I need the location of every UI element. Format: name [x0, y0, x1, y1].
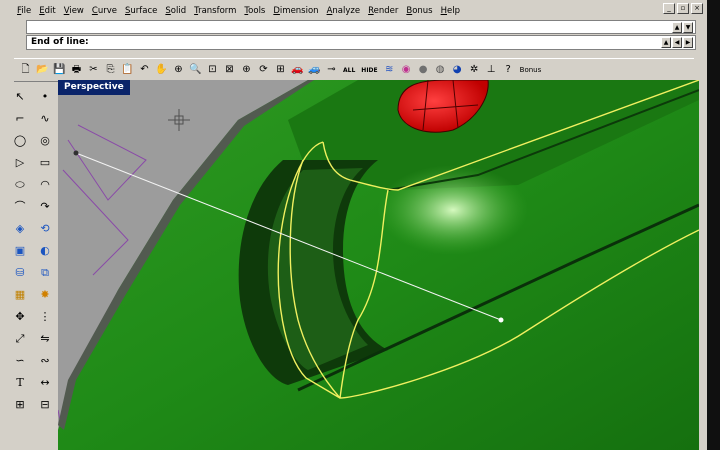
save-icon[interactable]: 💾 — [52, 63, 67, 78]
zoom-dynamic-icon[interactable]: 🔍 — [188, 63, 203, 78]
cylinder-icon[interactable]: ⛁ — [12, 264, 28, 280]
rotate-view-icon[interactable]: ⟳ — [256, 63, 271, 78]
menu-view[interactable]: View — [64, 6, 84, 16]
surface-icon[interactable]: ◈ — [12, 220, 28, 236]
point-grid-icon[interactable]: ▦ — [12, 286, 28, 302]
array-icon[interactable]: ⋮ — [37, 308, 53, 324]
blend-icon[interactable]: ∾ — [37, 352, 53, 368]
history-scroll-up-button[interactable]: ▲ — [672, 22, 682, 33]
new-file-icon[interactable]: 🗋 — [18, 63, 33, 78]
undo-icon[interactable]: ↶ — [137, 63, 152, 78]
polygon-icon[interactable]: ▷ — [12, 154, 28, 170]
open-file-icon[interactable]: 📂 — [35, 63, 50, 78]
arc-icon[interactable]: ◠ — [37, 176, 53, 192]
fillet-icon[interactable]: ⌒ — [12, 198, 28, 214]
blue-sphere-icon[interactable]: ◕ — [450, 63, 465, 78]
menu-file[interactable]: File — [17, 6, 31, 16]
minimize-button[interactable]: _ — [663, 3, 675, 14]
rhino-application-window: File Edit View Curve Surface Solid Trans… — [0, 0, 707, 450]
zoom-extents-icon[interactable]: ⊡ — [205, 63, 220, 78]
line-start-point[interactable] — [73, 150, 79, 156]
curve-icon[interactable]: ∿ — [37, 110, 53, 126]
revolve-icon[interactable]: ⟲ — [37, 220, 53, 236]
menu-analyze[interactable]: Analyze — [327, 6, 361, 16]
four-view-icon[interactable]: ⊞ — [273, 63, 288, 78]
show-object-car-icon[interactable]: 🚗 — [290, 63, 305, 78]
menu-dimension[interactable]: Dimension — [273, 6, 318, 16]
sweep-icon[interactable]: ∽ — [12, 352, 28, 368]
standard-toolbar: 🗋 📂 💾 🖶 ✂ ⎘ 📋 ↶ ✋ ⊕ 🔍 ⊡ ⊠ ⊕ ⟳ ⊞ 🚗 🚙 ⊸ AL… — [14, 58, 694, 82]
group-icon[interactable]: ⊞ — [12, 396, 28, 412]
command-scroll-arrows: ▲ ◀ ▶ — [661, 37, 693, 48]
show-all-button[interactable]: ALL — [341, 63, 357, 78]
options-gear-icon[interactable]: ✲ — [467, 63, 482, 78]
sphere-icon[interactable]: ◐ — [37, 242, 53, 258]
close-button[interactable]: × — [691, 3, 703, 14]
zoom-in-icon[interactable]: ⊕ — [239, 63, 254, 78]
shaded-sphere-icon[interactable]: ● — [416, 63, 431, 78]
explode-icon[interactable]: ✸ — [37, 286, 53, 302]
right-edge-strip — [707, 0, 720, 450]
mirror-icon[interactable]: ⇋ — [37, 330, 53, 346]
rendered-sphere-icon[interactable]: ◍ — [433, 63, 448, 78]
dimension-icon[interactable]: ⊥ — [484, 63, 499, 78]
menu-bonus[interactable]: Bonus — [406, 6, 432, 16]
menu-help[interactable]: Help — [441, 6, 460, 16]
move-icon[interactable]: ✥ — [12, 308, 28, 324]
color-wheel-icon[interactable]: ◉ — [399, 63, 414, 78]
hide-button[interactable]: HIDE — [359, 63, 379, 78]
points-on-icon[interactable]: ⊸ — [324, 63, 339, 78]
pan-hand-icon[interactable]: ✋ — [154, 63, 169, 78]
text-icon[interactable]: T — [12, 374, 28, 390]
print-icon[interactable]: 🖶 — [69, 63, 84, 78]
history-scroll-down-button[interactable]: ▼ — [683, 22, 693, 33]
perspective-viewport[interactable]: Perspective — [58, 80, 699, 450]
point-icon[interactable]: • — [37, 88, 53, 104]
command-scroll-up-button[interactable]: ▲ — [661, 37, 671, 48]
line-end-point[interactable] — [498, 317, 504, 323]
box-icon[interactable]: ▣ — [12, 242, 28, 258]
hide-object-car-icon[interactable]: 🚙 — [307, 63, 322, 78]
scale-icon[interactable]: ⤢ — [12, 330, 28, 346]
command-scroll-left-button[interactable]: ◀ — [672, 37, 682, 48]
menu-render[interactable]: Render — [368, 6, 398, 16]
paste-icon[interactable]: 📋 — [120, 63, 135, 78]
dimension-tool-icon[interactable]: ↔ — [37, 374, 53, 390]
copy-icon[interactable]: ⎘ — [103, 63, 118, 78]
circle-center-icon[interactable]: ◎ — [37, 132, 53, 148]
boolean-icon[interactable]: ⧉ — [37, 264, 53, 280]
command-colon: : — [85, 37, 89, 47]
layers-icon[interactable]: ≋ — [382, 63, 397, 78]
command-history[interactable]: ▲ ▼ — [26, 20, 696, 34]
menu-edit[interactable]: Edit — [39, 6, 55, 16]
help-icon[interactable]: ? — [501, 63, 516, 78]
menu-surface[interactable]: Surface — [125, 6, 157, 16]
command-prompt-text: End of line — [31, 37, 86, 47]
cut-icon[interactable]: ✂ — [86, 63, 101, 78]
offset-icon[interactable]: ↷ — [37, 198, 53, 214]
ellipse-icon[interactable]: ⬭ — [12, 176, 28, 192]
viewport-title-tab[interactable]: Perspective — [58, 80, 130, 95]
zoom-selected-icon[interactable]: ⊠ — [222, 63, 237, 78]
restore-button[interactable]: ▫ — [677, 3, 689, 14]
select-arrow-icon[interactable]: ↖ — [12, 88, 28, 104]
viewport-scene — [58, 80, 699, 450]
polyline-icon[interactable]: ⌐ — [12, 110, 28, 126]
menu-bar: File Edit View Curve Surface Solid Trans… — [0, 3, 707, 18]
command-history-scroll: ▲ ▼ — [672, 22, 693, 33]
menu-solid[interactable]: Solid — [165, 6, 186, 16]
zoom-window-icon[interactable]: ⊕ — [171, 63, 186, 78]
menu-curve[interactable]: Curve — [92, 6, 117, 16]
bonus-tools-button[interactable]: Bonus — [518, 63, 544, 78]
command-scroll-right-button[interactable]: ▶ — [683, 37, 693, 48]
layout-icon[interactable]: ⊟ — [37, 396, 53, 412]
rectangle-icon[interactable]: ▭ — [37, 154, 53, 170]
window-controls: _ ▫ × — [663, 3, 703, 14]
menu-transform[interactable]: Transform — [194, 6, 236, 16]
menu-tools[interactable]: Tools — [244, 6, 265, 16]
command-prompt[interactable]: End of line: ▲ ◀ ▶ — [26, 35, 696, 50]
main-toolbox: ↖ • ⌐ ∿ ◯ ◎ ▷ ▭ ⬭ ◠ ⌒ ↷ ◈ ⟲ ▣ ◐ ⛁ ⧉ ▦ ✸ … — [12, 88, 58, 410]
circle-icon[interactable]: ◯ — [12, 132, 28, 148]
